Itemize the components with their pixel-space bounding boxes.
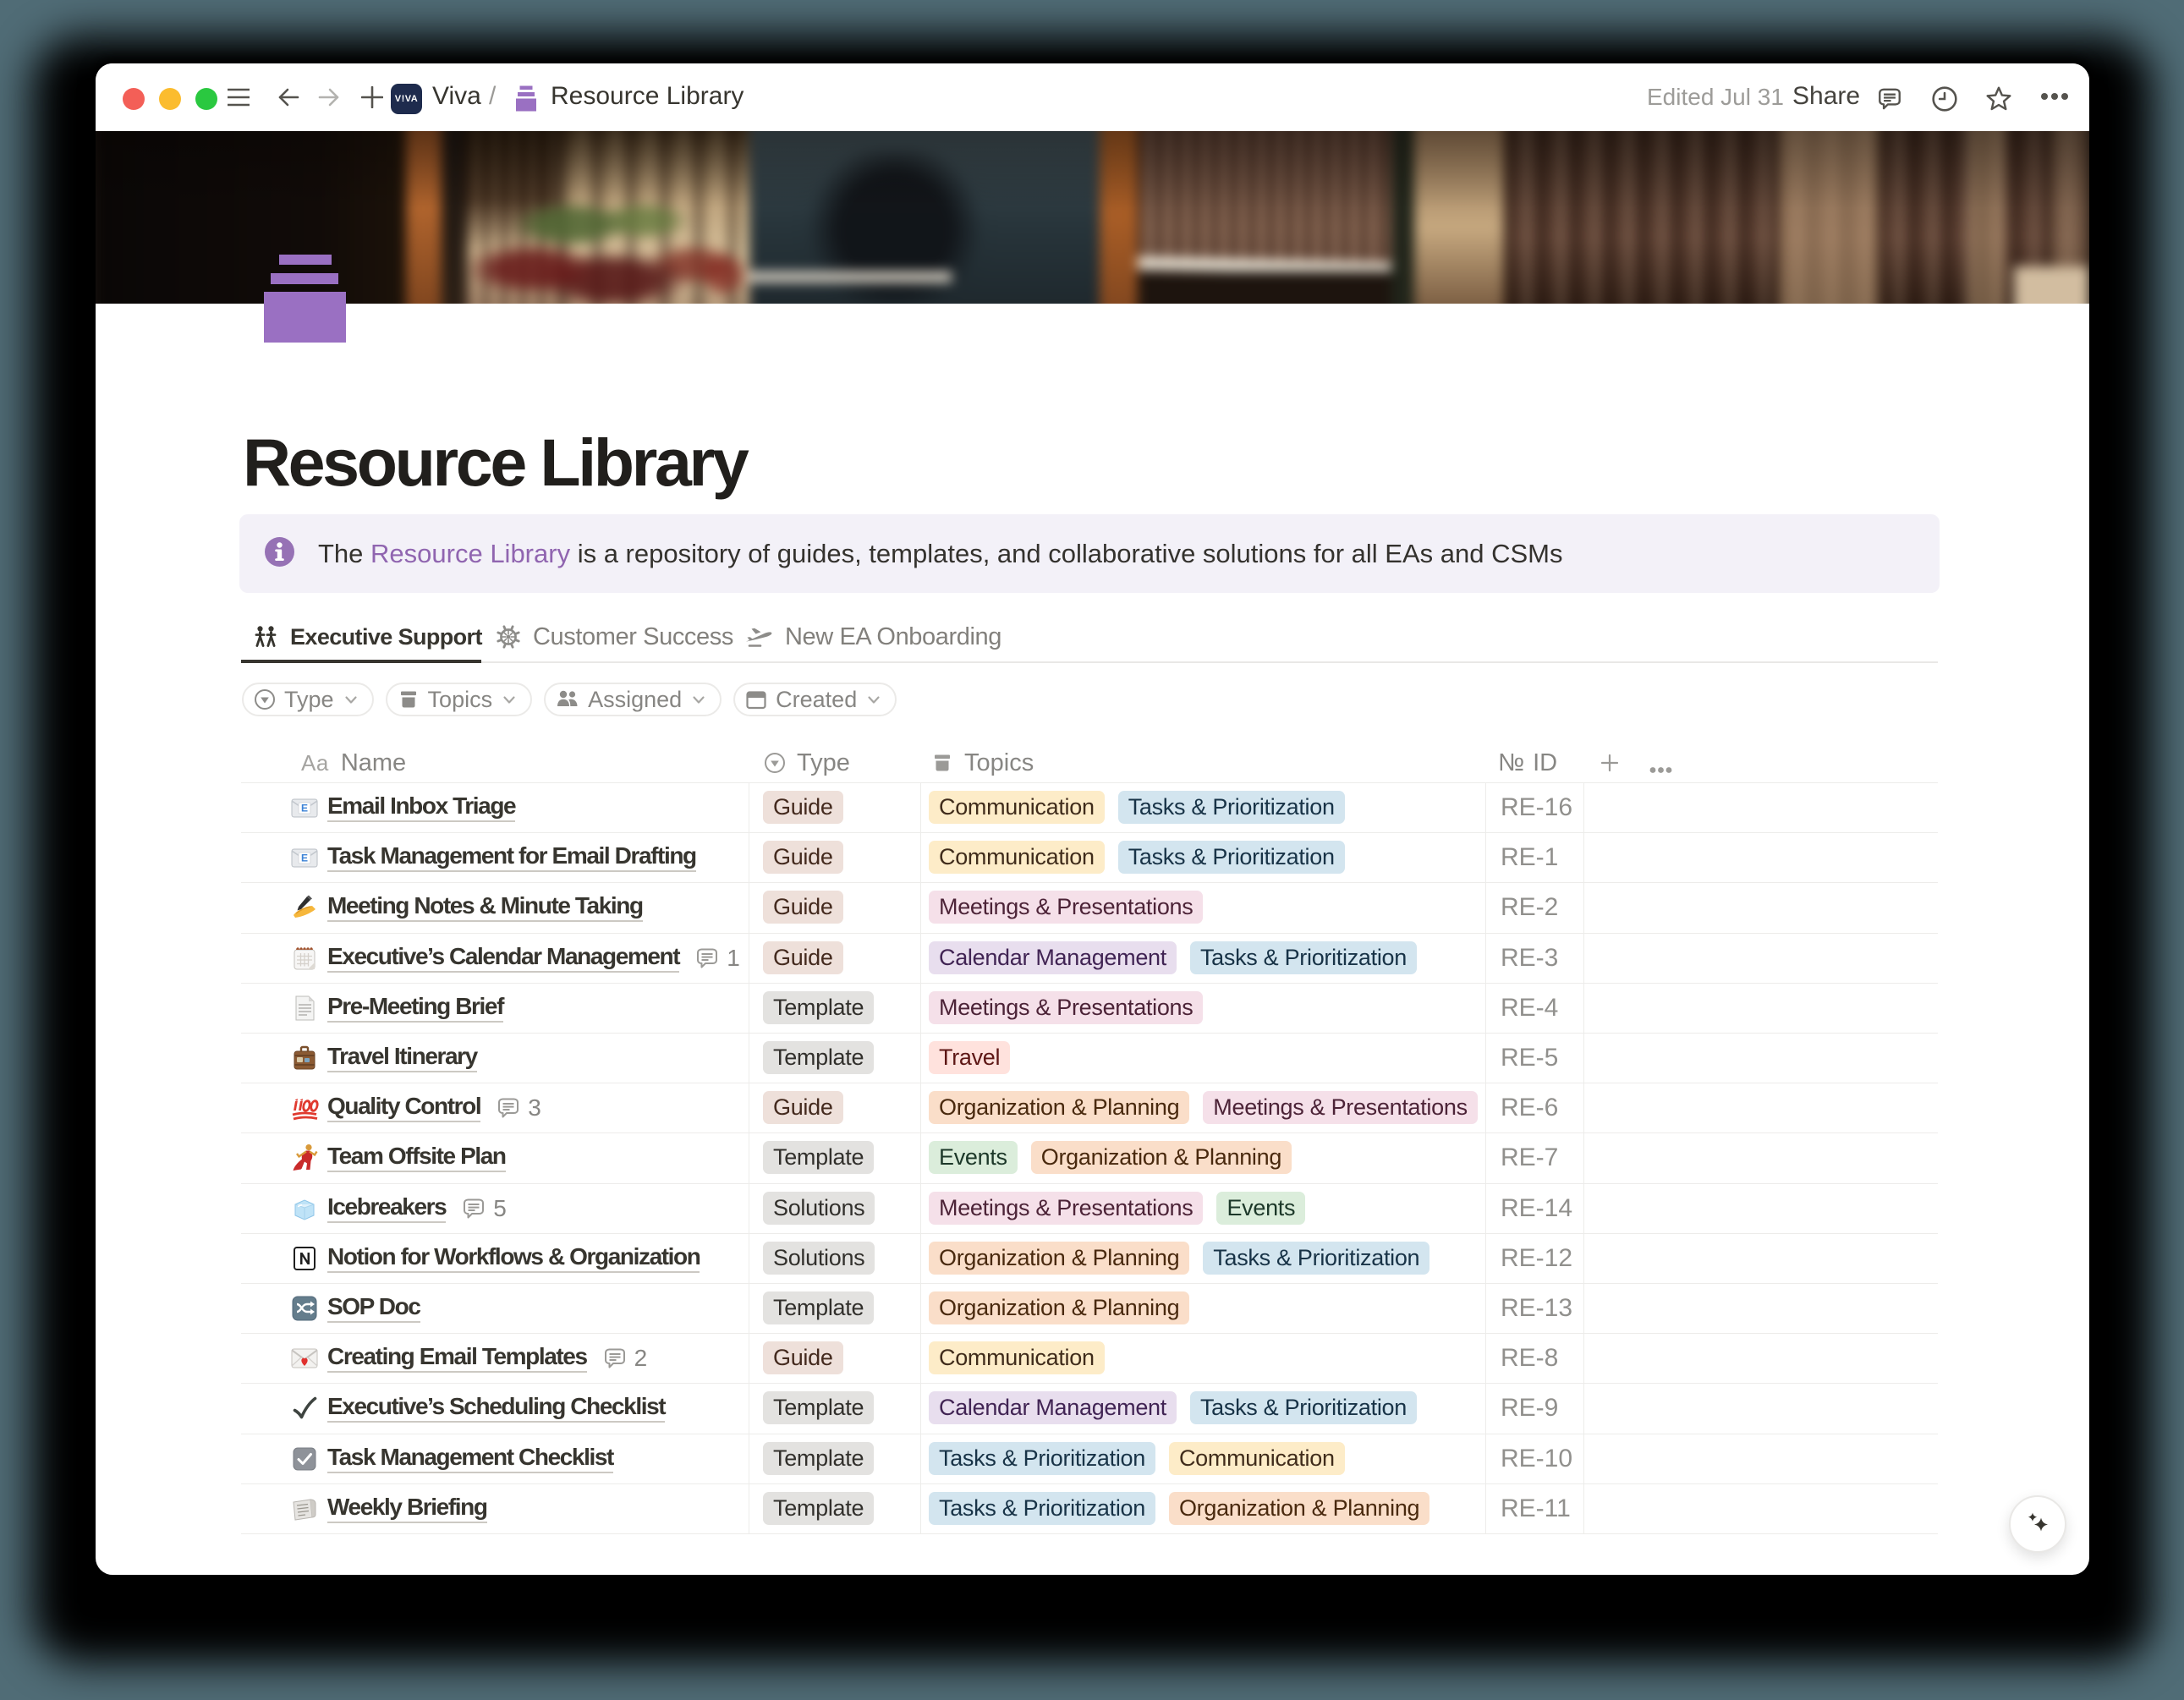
svg-text:E: E <box>301 802 308 814</box>
svg-text:E: E <box>301 852 308 864</box>
